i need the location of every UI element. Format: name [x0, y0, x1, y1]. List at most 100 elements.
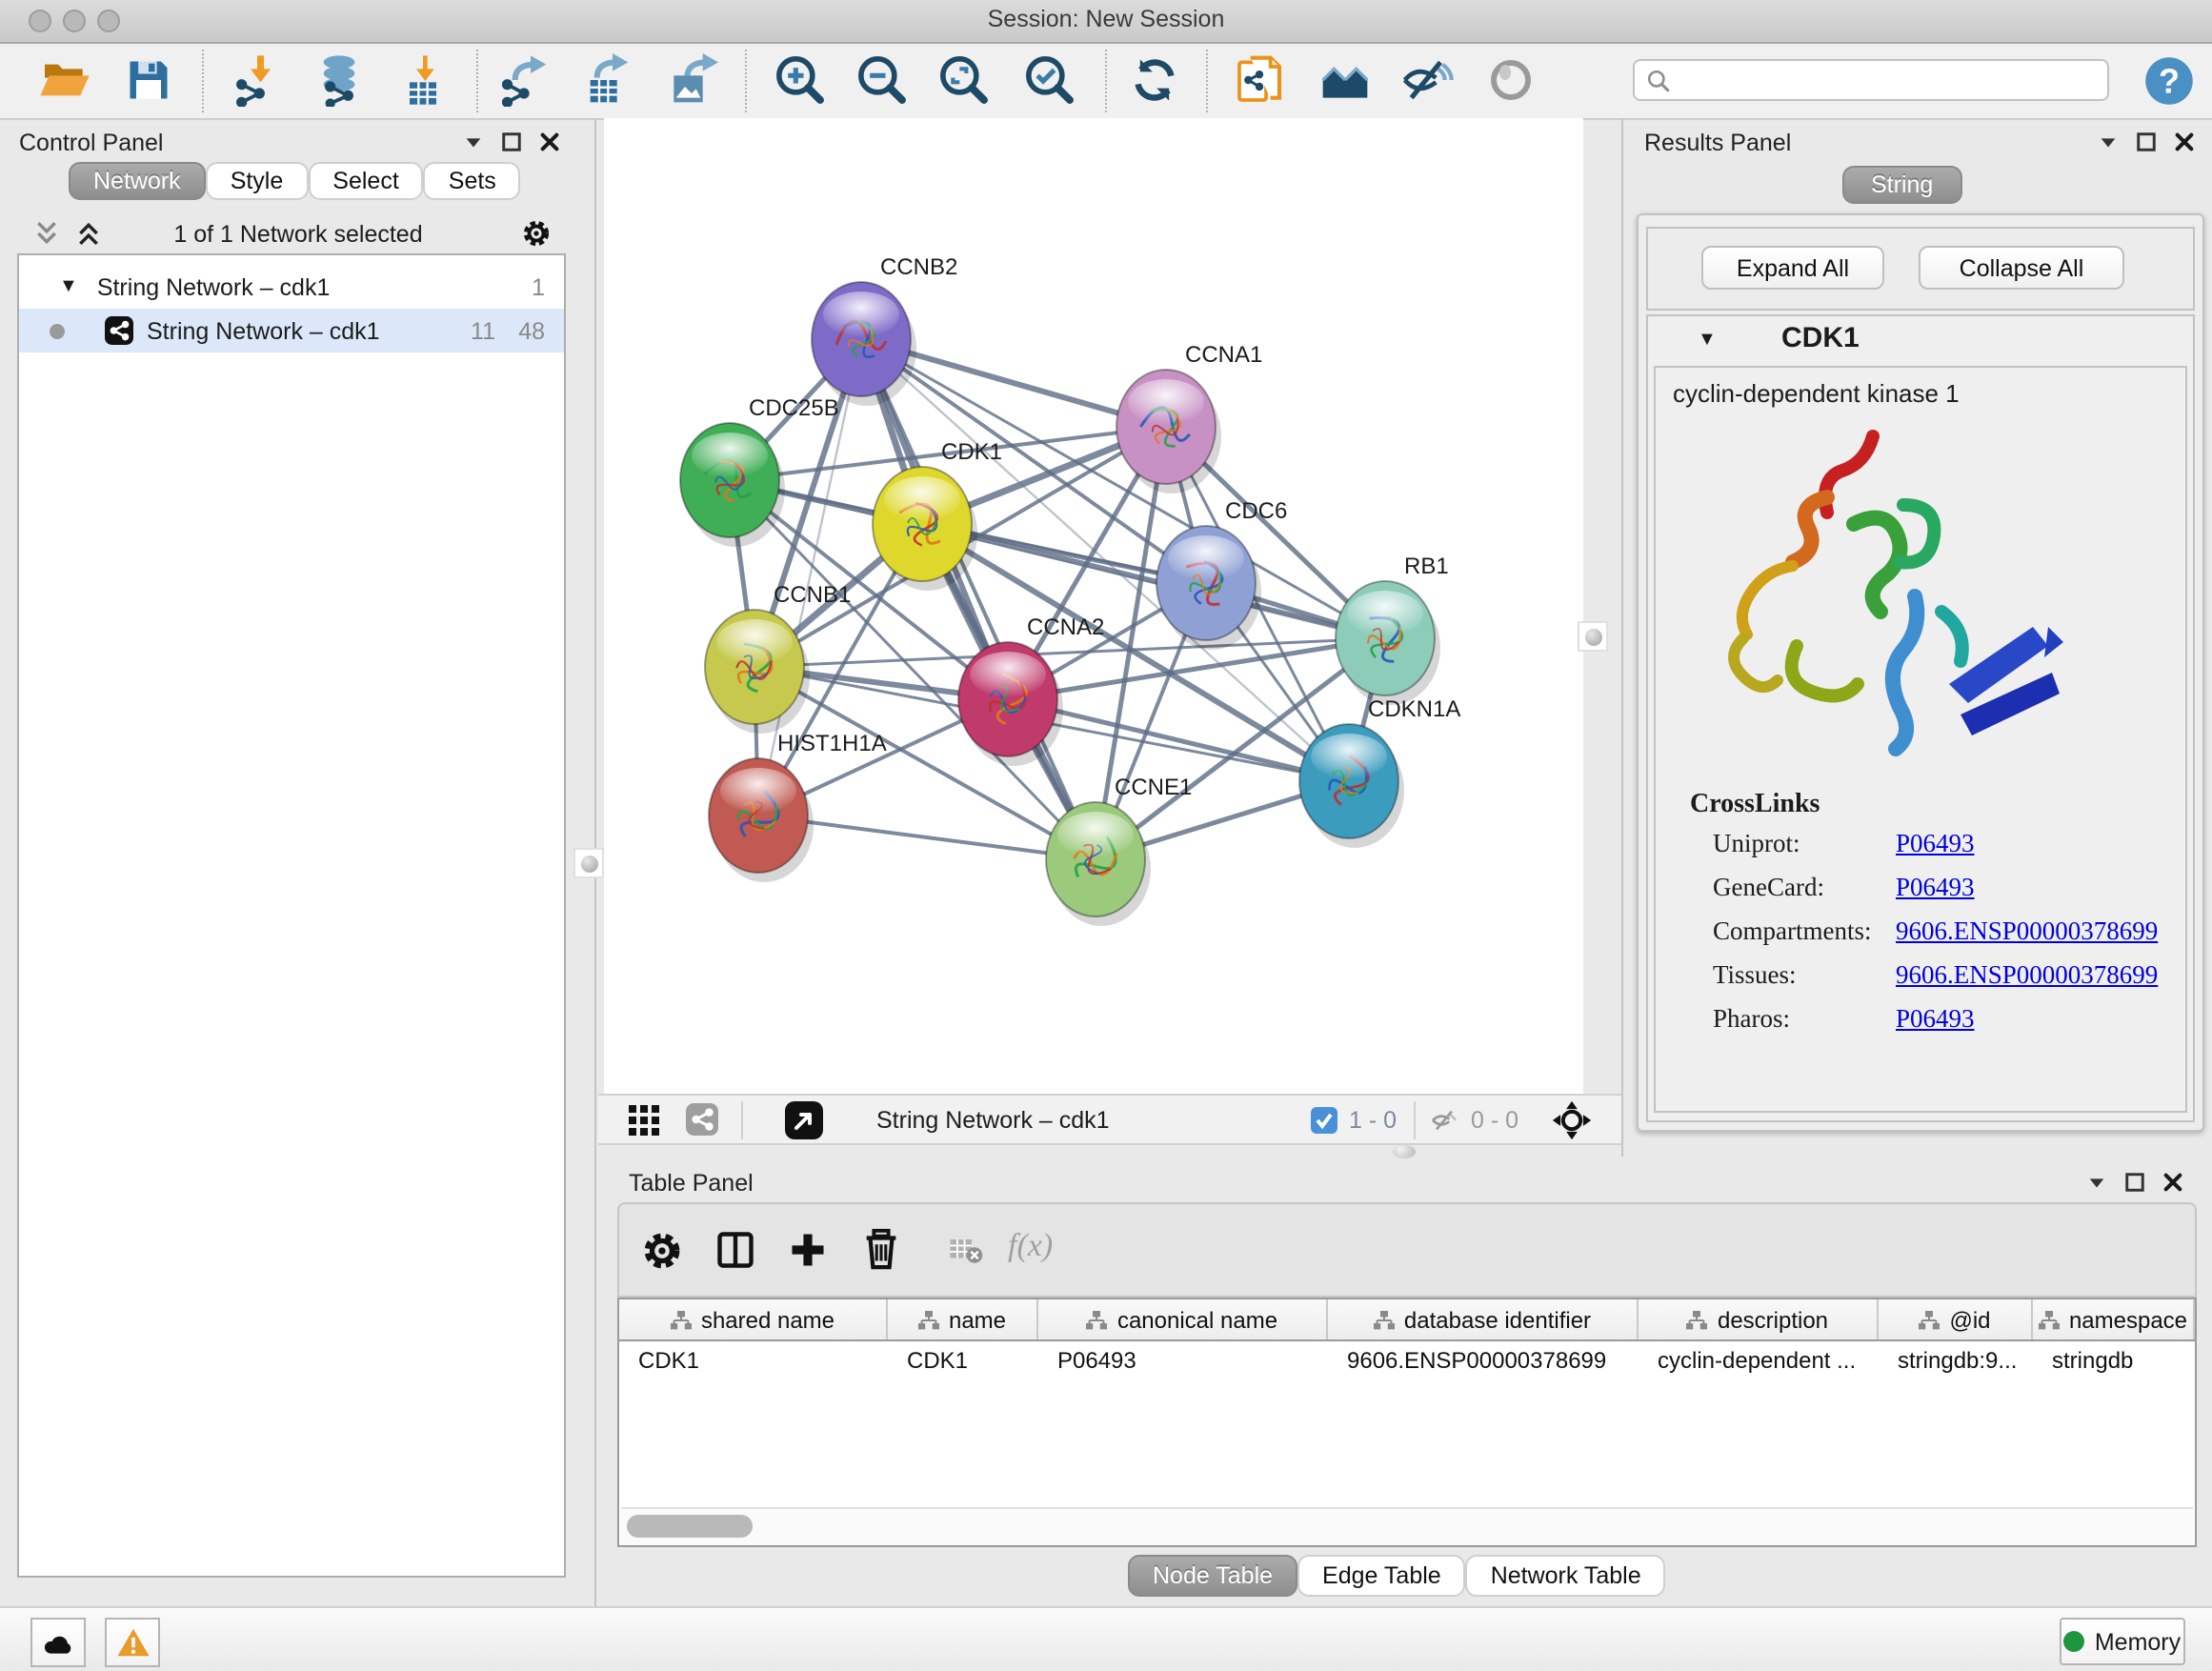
- selected-node-edge-counts: 1 - 0: [1349, 1107, 1397, 1134]
- warnings-button[interactable]: [105, 1618, 160, 1667]
- search-input[interactable]: [1671, 65, 2096, 95]
- cloud-status-button[interactable]: [30, 1618, 86, 1667]
- hidden-node-edge-counts: 0 - 0: [1471, 1107, 1518, 1134]
- import-network-button[interactable]: [229, 51, 286, 109]
- network-collection-label: String Network – cdk1: [97, 273, 331, 300]
- network-edge[interactable]: [861, 339, 1096, 859]
- crosslink-value-link[interactable]: 9606.ENSP00000378699: [1896, 916, 2158, 947]
- import-network-icon: [231, 53, 284, 107]
- collapse-panel-icon[interactable]: [463, 131, 484, 152]
- edge-count: 48: [518, 317, 545, 344]
- left-splitter-handle[interactable]: [573, 848, 604, 878]
- network-node-cdkn1a[interactable]: CDKN1A: [1299, 696, 1460, 848]
- export-image-button[interactable]: [663, 51, 720, 109]
- crosslink-value-link[interactable]: P06493: [1896, 873, 1975, 903]
- close-panel-icon[interactable]: [2174, 131, 2195, 152]
- tab-style[interactable]: Style: [206, 162, 309, 200]
- crosslink-value-link[interactable]: P06493: [1896, 1004, 1975, 1035]
- window-title: Session: New Session: [0, 6, 2212, 32]
- collapse-all-button[interactable]: Collapse All: [1919, 246, 2124, 290]
- close-panel-icon[interactable]: [2162, 1172, 2183, 1193]
- network-row[interactable]: String Network – cdk1 11 48: [19, 309, 564, 352]
- create-column-plus-icon[interactable]: [787, 1229, 829, 1271]
- horizontal-splitter-handle[interactable]: [1393, 1145, 1416, 1158]
- network-node-hist1h1a[interactable]: HIST1H1A: [709, 731, 887, 882]
- table-row[interactable]: CDK1CDK1P064939606.ENSP00000378699cyclin…: [619, 1341, 2195, 1379]
- network-node-rb1[interactable]: RB1: [1336, 554, 1449, 705]
- network-node-cdc6[interactable]: CDC6: [1156, 498, 1287, 650]
- collapse-panel-icon[interactable]: [2098, 131, 2119, 152]
- detach-view-icon[interactable]: [785, 1101, 823, 1139]
- network-collection-row[interactable]: ▼ String Network – cdk1 1: [19, 265, 564, 309]
- table-panel-title: Table Panel: [629, 1170, 754, 1197]
- zoom-out-button[interactable]: [854, 51, 911, 109]
- memory-status-button[interactable]: Memory: [2060, 1618, 2185, 1665]
- tab-network[interactable]: Network: [69, 162, 206, 200]
- database-import-icon: [312, 53, 366, 107]
- crosslinks-list: Uniprot: P06493 GeneCard: P06493 Compart…: [1656, 829, 2185, 1048]
- zoom-in-button[interactable]: [772, 51, 829, 109]
- column-header-namespace[interactable]: namespace: [2033, 1299, 2195, 1339]
- open-folder-icon: [38, 53, 91, 107]
- column-header-description[interactable]: description: [1639, 1299, 1879, 1339]
- tab-sets[interactable]: Sets: [424, 162, 521, 200]
- column-attribute-icon: [671, 1310, 692, 1329]
- fit-selection-crosshair-icon[interactable]: [1551, 1099, 1593, 1141]
- crosslink-value-link[interactable]: 9606.ENSP00000378699: [1896, 960, 2158, 991]
- network-node-ccna1[interactable]: CCNA1: [1116, 342, 1262, 493]
- column-attribute-icon: [1374, 1310, 1395, 1329]
- hide-glass-button[interactable]: [1398, 51, 1456, 109]
- crosslink-value-link[interactable]: P06493: [1896, 829, 1975, 859]
- column-header-label: @id: [1949, 1306, 1990, 1333]
- apply-layout-button[interactable]: [1126, 51, 1183, 109]
- expand-all-button[interactable]: Expand All: [1701, 246, 1884, 290]
- results-panel-title: Results Panel: [1644, 130, 1791, 156]
- float-panel-icon[interactable]: [501, 131, 522, 152]
- save-session-button[interactable]: [120, 51, 177, 109]
- column-header-name[interactable]: name: [888, 1299, 1038, 1339]
- column-header-database-identifier[interactable]: database identifier: [1328, 1299, 1639, 1339]
- tab-edge-table[interactable]: Edge Table: [1297, 1555, 1466, 1597]
- hscrollbar-thumb[interactable]: [627, 1515, 753, 1538]
- help-button[interactable]: ?: [2140, 51, 2197, 109]
- column-header-label: database identifier: [1404, 1306, 1591, 1333]
- tab-node-table[interactable]: Node Table: [1128, 1555, 1297, 1597]
- zoom-fit-button[interactable]: [935, 51, 993, 109]
- table-panel-window-buttons: [2086, 1172, 2183, 1193]
- float-panel-icon[interactable]: [2124, 1172, 2145, 1193]
- column-header-shared-name[interactable]: shared name: [619, 1299, 888, 1339]
- tree-expander-icon[interactable]: ▼: [59, 276, 78, 297]
- import-table-button[interactable]: [394, 51, 452, 109]
- column-header-canonical-name[interactable]: canonical name: [1038, 1299, 1328, 1339]
- tab-select[interactable]: Select: [308, 162, 424, 200]
- enable-glass-button[interactable]: [1482, 51, 1539, 109]
- network-canvas[interactable]: CCNB2CCNA1CDC25BCDK1CDC6RB1CCNB1CCNA2CDK…: [604, 118, 1583, 1094]
- delete-column-trash-icon[interactable]: [859, 1227, 903, 1271]
- search-box[interactable]: [1633, 59, 2109, 101]
- export-network-button[interactable]: [495, 51, 553, 109]
- open-session-button[interactable]: [36, 51, 93, 109]
- column-attribute-icon: [1687, 1310, 1708, 1329]
- close-panel-icon[interactable]: [539, 131, 560, 152]
- string-protein-query-button[interactable]: [1231, 51, 1288, 109]
- gene-collapse-icon[interactable]: ▼: [1698, 330, 1717, 351]
- birds-eye-view-icon[interactable]: [629, 1105, 659, 1136]
- float-panel-icon[interactable]: [2136, 131, 2157, 152]
- selected-checkbox-icon[interactable]: [1311, 1107, 1337, 1134]
- right-splitter-handle[interactable]: [1578, 621, 1608, 652]
- column-header--id[interactable]: @id: [1879, 1299, 2033, 1339]
- show-columns-icon[interactable]: [714, 1229, 756, 1271]
- import-network-from-database-button[interactable]: [311, 51, 368, 109]
- collapse-panel-icon[interactable]: [2086, 1172, 2107, 1193]
- string-home-button[interactable]: [1317, 51, 1374, 109]
- gear-icon[interactable]: [522, 219, 551, 248]
- export-table-button[interactable]: [577, 51, 634, 109]
- table-settings-gear-icon[interactable]: [642, 1231, 682, 1271]
- tab-network-table[interactable]: Network Table: [1466, 1555, 1666, 1597]
- network-type-icon[interactable]: [686, 1103, 718, 1136]
- string-network-graph[interactable]: CCNB2CCNA1CDC25BCDK1CDC6RB1CCNB1CCNA2CDK…: [604, 118, 1583, 1094]
- network-edge[interactable]: [922, 524, 1385, 638]
- protein-structure-image[interactable]: [1690, 413, 2071, 775]
- zoom-selected-button[interactable]: [1021, 51, 1078, 109]
- tab-string[interactable]: String: [1842, 166, 1961, 204]
